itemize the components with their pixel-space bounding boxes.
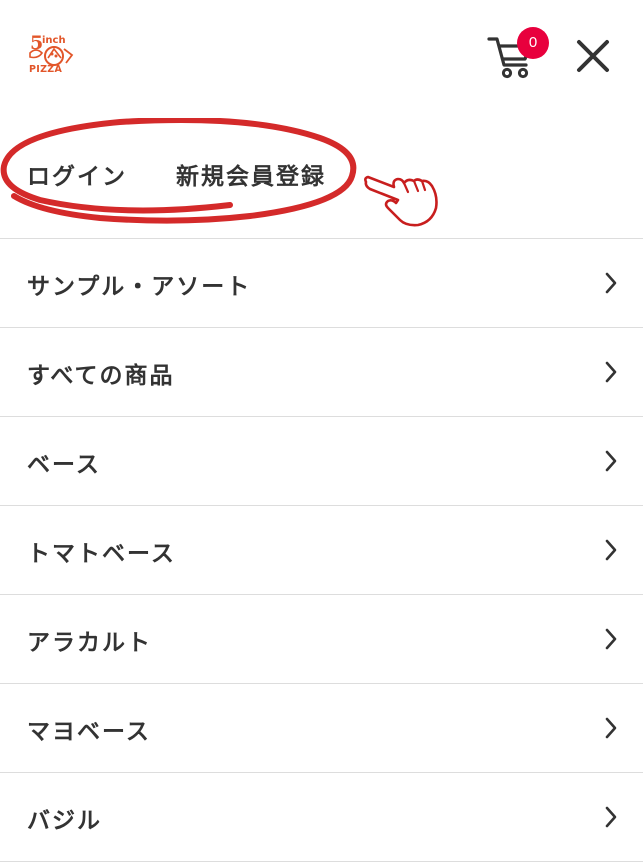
- chevron-right-icon: [605, 539, 617, 561]
- menu-item[interactable]: サンプル・アソート: [0, 239, 643, 328]
- category-menu: サンプル・アソート すべての商品 ベース トマトベース アラカルト マヨベース …: [0, 238, 643, 862]
- menu-item[interactable]: アラカルト: [0, 595, 643, 684]
- chevron-right-icon: [605, 628, 617, 650]
- menu-item-label: バジル: [27, 808, 102, 834]
- chevron-right-icon: [605, 806, 617, 828]
- chevron-right-icon: [605, 717, 617, 739]
- menu-item-label: サンプル・アソート: [27, 274, 252, 300]
- menu-item-label: アラカルト: [27, 630, 152, 656]
- menu-item-label: すべての商品: [27, 363, 175, 389]
- site-logo[interactable]: 5 inch PIZZA: [28, 33, 76, 77]
- menu-item[interactable]: マヨベース: [0, 684, 643, 773]
- cart-count-badge: 0: [517, 27, 549, 59]
- menu-item-label: トマトベース: [27, 541, 176, 567]
- login-link[interactable]: ログイン: [27, 157, 127, 191]
- menu-item-label: ベース: [27, 452, 101, 478]
- menu-item-label: マヨベース: [27, 719, 151, 745]
- register-link[interactable]: 新規会員登録: [176, 157, 326, 191]
- chevron-right-icon: [605, 361, 617, 383]
- header: 5 inch PIZZA 0: [0, 0, 643, 115]
- chevron-right-icon: [605, 272, 617, 294]
- menu-item[interactable]: トマトベース: [0, 506, 643, 595]
- menu-item[interactable]: ベース: [0, 417, 643, 506]
- menu-item[interactable]: バジル: [0, 773, 643, 862]
- chevron-right-icon: [605, 450, 617, 472]
- close-icon[interactable]: [574, 37, 612, 75]
- pointing-hand-icon: [364, 175, 438, 227]
- menu-item[interactable]: すべての商品: [0, 328, 643, 417]
- logo-wordmark: PIZZA: [29, 64, 63, 75]
- auth-links: ログイン 新規会員登録: [0, 118, 643, 238]
